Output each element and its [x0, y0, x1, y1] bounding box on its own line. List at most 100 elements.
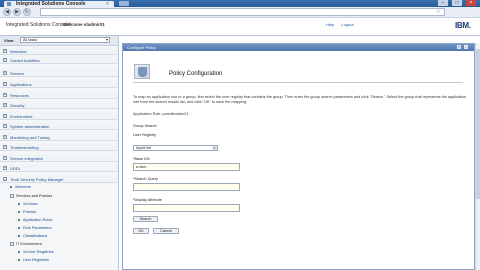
nav-item-resources[interactable]: + Resources	[0, 91, 118, 99]
panel-header: Configure Policy ? –	[123, 44, 474, 51]
display-attribute-label: *Display Attribute	[133, 198, 162, 202]
policies-link[interactable]: Policies	[18, 210, 36, 217]
nav-item-label: Environment	[10, 113, 33, 119]
ok-button[interactable]: OK	[133, 228, 149, 234]
nav-item-uddi[interactable]: + UDDI	[0, 164, 118, 172]
collapse-icon[interactable]: –	[3, 177, 7, 181]
nav-item-servers[interactable]: + Servers	[0, 69, 118, 77]
minimize-panel-icon[interactable]: –	[464, 45, 468, 49]
expand-icon[interactable]: +	[3, 58, 7, 62]
nav-item-label: Welcome	[10, 48, 27, 54]
expand-icon[interactable]: +	[3, 135, 7, 139]
nav-item-tspm[interactable]: – Tivoli Security Policy Manager	[0, 175, 118, 183]
it-environment-group[interactable]: – IT Environment	[10, 242, 42, 249]
nav-item-security[interactable]: + Security	[0, 101, 118, 109]
expand-icon[interactable]: +	[3, 114, 7, 118]
chevron-down-icon: ▾	[105, 37, 108, 42]
forward-button[interactable]: ▶	[13, 8, 21, 16]
panel-title: Configure Policy	[127, 45, 157, 50]
nav-item-environment[interactable]: + Environment	[0, 112, 118, 120]
bullet-icon	[18, 259, 20, 261]
service-registries-label: Service Registries	[23, 250, 54, 254]
close-window-button[interactable]: ×	[466, 0, 476, 6]
bullet-icon	[18, 227, 20, 229]
minimize-button[interactable]: –	[438, 0, 448, 6]
view-label: View:	[4, 38, 15, 43]
classifications-label: Classifications	[23, 234, 48, 238]
expand-icon[interactable]: +	[3, 145, 7, 149]
user-registries-label: User Registries	[23, 258, 49, 262]
user-registry-select[interactable]: liquid.lmf ▾	[133, 145, 218, 151]
bullet-icon	[18, 251, 20, 253]
nav-item-applications[interactable]: + Applications	[0, 80, 118, 88]
nav-item-label: Monitoring and Tuning	[10, 134, 50, 140]
bullet-icon	[18, 235, 20, 237]
tspm-welcome-link[interactable]: Welcome	[10, 185, 31, 192]
nav-item-system-administration[interactable]: + System administration	[0, 122, 118, 130]
display-attribute-input[interactable]	[133, 204, 240, 212]
services-policies-group[interactable]: – Services and Policies	[10, 194, 52, 201]
nav-item-label: Guided Activities	[10, 57, 40, 63]
role-parameters-link[interactable]: Role Parameters	[18, 226, 52, 233]
new-tab-button[interactable]	[119, 1, 129, 6]
services-label: Services	[23, 202, 38, 206]
maximize-button[interactable]: □	[452, 0, 462, 6]
page-title: Policy Configuration	[169, 71, 223, 77]
classifications-link[interactable]: Classifications	[18, 234, 47, 241]
help-icon[interactable]: ?	[457, 45, 461, 49]
help-link[interactable]: Help	[326, 22, 334, 27]
nav-item-label: Service integration	[10, 155, 44, 161]
user-registries-link[interactable]: User Registries	[18, 258, 49, 265]
left-navigation: View: All tasks ▾ + Welcome + Guided Act…	[0, 36, 119, 270]
page-favicon-icon	[7, 2, 11, 6]
back-button[interactable]: ◀	[3, 8, 11, 16]
search-button[interactable]: Search	[133, 216, 158, 222]
nav-item-welcome[interactable]: + Welcome	[0, 47, 118, 55]
cancel-button[interactable]: Cancel	[153, 228, 179, 234]
application-roles-link[interactable]: Application Roles	[18, 218, 52, 225]
expand-icon[interactable]: +	[3, 103, 7, 107]
nav-item-label: Troubleshooting	[10, 144, 39, 150]
expand-icon[interactable]: +	[3, 49, 7, 53]
divider	[133, 82, 463, 83]
services-link[interactable]: Services	[18, 202, 38, 209]
nav-item-label: Resources	[10, 92, 30, 98]
vertical-scrollbar[interactable]	[475, 43, 480, 270]
view-select[interactable]: All tasks ▾	[20, 37, 110, 43]
base-dn-input[interactable]: o=ibm	[133, 163, 240, 171]
policies-label: Policies	[23, 210, 37, 214]
scrollbar-thumb[interactable]	[476, 49, 480, 199]
expand-icon[interactable]: +	[3, 71, 7, 75]
bullet-icon	[18, 219, 20, 221]
expand-icon[interactable]: +	[3, 166, 7, 170]
search-query-input[interactable]	[133, 183, 240, 191]
collapse-icon[interactable]: –	[10, 194, 14, 198]
base-dn-label: *Base DN	[133, 157, 150, 161]
services-group-label: Services and Policies	[16, 194, 53, 198]
policy-shield-icon	[134, 64, 150, 79]
nav-item-label: Servers	[10, 70, 24, 76]
collapse-icon[interactable]: –	[10, 242, 14, 246]
nav-item-guided-activities[interactable]: + Guided Activities	[0, 56, 118, 64]
expand-icon[interactable]: +	[3, 156, 7, 160]
reload-button[interactable]: ↻	[23, 8, 31, 16]
nav-item-label: Tivoli Security Policy Manager	[10, 176, 64, 182]
bullet-icon	[10, 186, 12, 188]
nav-item-service-integration[interactable]: + Service integration	[0, 154, 118, 162]
nav-item-troubleshooting[interactable]: + Troubleshooting	[0, 143, 118, 151]
service-registries-link[interactable]: Service Registries	[18, 250, 54, 257]
application-roles-label: Application Roles	[23, 218, 53, 222]
logout-link[interactable]: Logout	[341, 22, 353, 27]
address-bar[interactable]: ☆	[40, 8, 445, 16]
browser-navbar: ◀ ▶ ↻ ☆	[0, 7, 480, 18]
group-search-heading: Group Search	[133, 124, 157, 128]
expand-icon[interactable]: +	[3, 124, 7, 128]
app-header: Integrated Solutions Console Welcome vla…	[0, 18, 480, 36]
bookmark-star-icon[interactable]: ☆	[436, 9, 441, 15]
nav-item-monitoring[interactable]: + Monitoring and Tuning	[0, 133, 118, 141]
ibm-logo: IBM.	[455, 21, 471, 30]
expand-icon[interactable]: +	[3, 93, 7, 97]
nav-item-label: UDDI	[10, 165, 20, 171]
user-registry-label: User Registry	[133, 133, 156, 137]
expand-icon[interactable]: +	[3, 82, 7, 86]
